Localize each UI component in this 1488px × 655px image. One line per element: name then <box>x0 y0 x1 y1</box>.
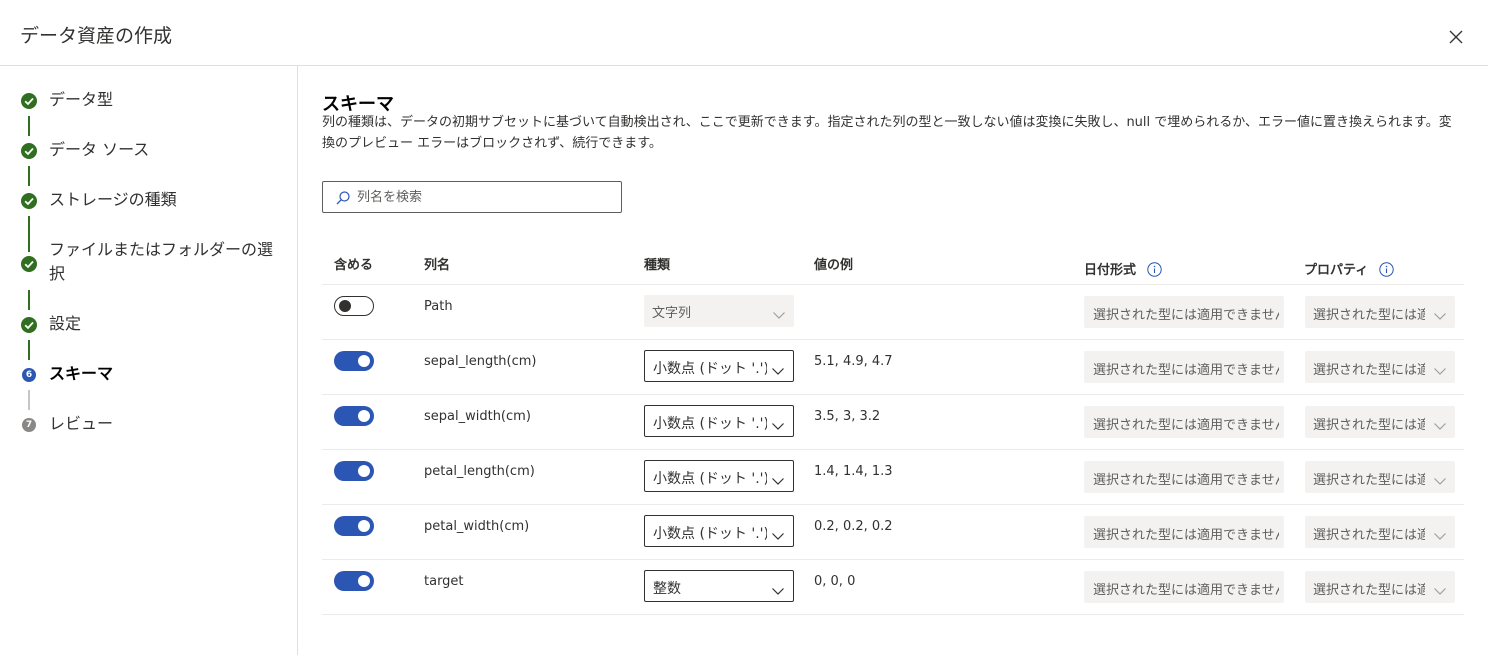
dialog-title: データ資産の作成 <box>20 25 173 47</box>
col-header-date-format: 日付形式 <box>1084 259 1162 281</box>
row-divider <box>322 559 1464 560</box>
chevron-down-icon <box>1433 361 1447 380</box>
chevron-down-icon <box>1433 416 1447 435</box>
include-toggle[interactable] <box>334 296 374 316</box>
check-icon <box>21 317 37 333</box>
step-connector <box>28 116 30 136</box>
date-format-field: 選択された型には適用できません <box>1084 571 1284 603</box>
chevron-down-icon <box>771 416 785 435</box>
step-connector <box>28 340 30 360</box>
chevron-down-icon <box>771 471 785 490</box>
properties-dropdown: 選択された型には適用できません <box>1305 461 1455 493</box>
column-name: Path <box>424 299 453 314</box>
check-icon <box>21 256 37 272</box>
example-values: 0, 0, 0 <box>814 574 856 589</box>
type-dropdown[interactable]: 小数点 (ドット '.') <box>644 460 794 492</box>
step-label: データ型 <box>49 90 114 109</box>
type-dropdown[interactable]: 小数点 (ドット '.') <box>644 515 794 547</box>
example-values: 3.5, 3, 3.2 <box>814 409 881 424</box>
row-divider <box>322 504 1464 505</box>
row-divider <box>322 284 1464 285</box>
include-toggle[interactable] <box>334 461 374 481</box>
col-header-properties: プロパティ <box>1304 259 1394 281</box>
chevron-down-icon <box>771 526 785 545</box>
step-connector <box>28 216 30 252</box>
col-header-name: 列名 <box>424 258 451 273</box>
schema-description: 列の種類は、データの初期サブセットに基づいて自動検出され、ここで更新できます。指… <box>322 115 1452 151</box>
properties-dropdown: 選択された型には適用できません <box>1305 351 1455 383</box>
step-label: ストレージの種類 <box>49 190 177 209</box>
chevron-down-icon <box>1433 526 1447 545</box>
chevron-down-icon <box>1433 471 1447 490</box>
info-icon[interactable] <box>1146 262 1162 281</box>
wizard-steps: データ型 データ ソース ストレージの種類 ファイルまたはフォルダーの選択 設定… <box>0 66 298 655</box>
chevron-down-icon <box>771 361 785 380</box>
column-name: petal_length(cm) <box>424 464 535 479</box>
chevron-down-icon <box>772 305 786 324</box>
step-label: ファイルまたはフォルダーの選択 <box>49 240 274 283</box>
date-format-field: 選択された型には適用できません <box>1084 406 1284 438</box>
step-number-badge: 6 <box>22 368 36 382</box>
type-dropdown[interactable]: 整数 <box>644 570 794 602</box>
include-toggle[interactable] <box>334 406 374 426</box>
row-divider <box>322 614 1464 615</box>
step-label: 設定 <box>49 314 82 333</box>
row-divider <box>322 394 1464 395</box>
date-format-field: 選択された型には適用できません <box>1084 461 1284 493</box>
example-values: 0.2, 0.2, 0.2 <box>814 519 893 534</box>
include-toggle[interactable] <box>334 516 374 536</box>
step-label: レビュー <box>49 414 114 433</box>
properties-dropdown: 選択された型には適用できません <box>1305 571 1455 603</box>
col-header-label: 日付形式 <box>1084 263 1137 278</box>
include-toggle[interactable] <box>334 571 374 591</box>
example-values: 5.1, 4.9, 4.7 <box>814 354 893 369</box>
step-number-badge: 7 <box>22 418 36 432</box>
type-dropdown: 文字列 <box>644 295 794 327</box>
chevron-down-icon <box>771 581 785 600</box>
search-input[interactable] <box>357 187 607 207</box>
example-values: 1.4, 1.4, 1.3 <box>814 464 893 479</box>
search-icon <box>335 190 351 210</box>
col-header-label: プロパティ <box>1304 263 1369 278</box>
col-header-example: 値の例 <box>814 258 854 273</box>
column-name: target <box>424 574 464 589</box>
chevron-down-icon <box>1433 581 1447 600</box>
properties-dropdown: 選択された型には適用できません <box>1305 516 1455 548</box>
info-icon[interactable] <box>1379 262 1394 281</box>
check-icon <box>21 143 37 159</box>
date-format-field: 選択された型には適用できません <box>1084 516 1284 548</box>
check-icon <box>21 193 37 209</box>
date-format-field: 選択された型には適用できません <box>1084 296 1284 328</box>
type-dropdown[interactable]: 小数点 (ドット '.') <box>644 350 794 382</box>
type-dropdown[interactable]: 小数点 (ドット '.') <box>644 405 794 437</box>
step-label: スキーマ <box>49 364 114 383</box>
step-connector <box>28 290 30 310</box>
col-header-include: 含める <box>334 258 374 273</box>
col-header-type: 種類 <box>644 258 671 273</box>
row-divider <box>322 339 1464 340</box>
properties-dropdown: 選択された型には適用できません <box>1305 406 1455 438</box>
step-connector <box>28 390 30 410</box>
column-name: sepal_length(cm) <box>424 354 537 369</box>
column-name: petal_width(cm) <box>424 519 530 534</box>
search-box[interactable] <box>322 181 622 213</box>
dialog-header: データ資産の作成 <box>0 0 1488 66</box>
column-name: sepal_width(cm) <box>424 409 531 424</box>
check-icon <box>21 93 37 109</box>
date-format-field: 選択された型には適用できません <box>1084 351 1284 383</box>
step-label: データ ソース <box>49 140 150 159</box>
properties-dropdown: 選択された型には適用できません <box>1305 296 1455 328</box>
row-divider <box>322 449 1464 450</box>
close-icon[interactable] <box>1446 27 1466 47</box>
chevron-down-icon <box>1433 306 1447 325</box>
include-toggle[interactable] <box>334 351 374 371</box>
step-connector <box>28 166 30 186</box>
